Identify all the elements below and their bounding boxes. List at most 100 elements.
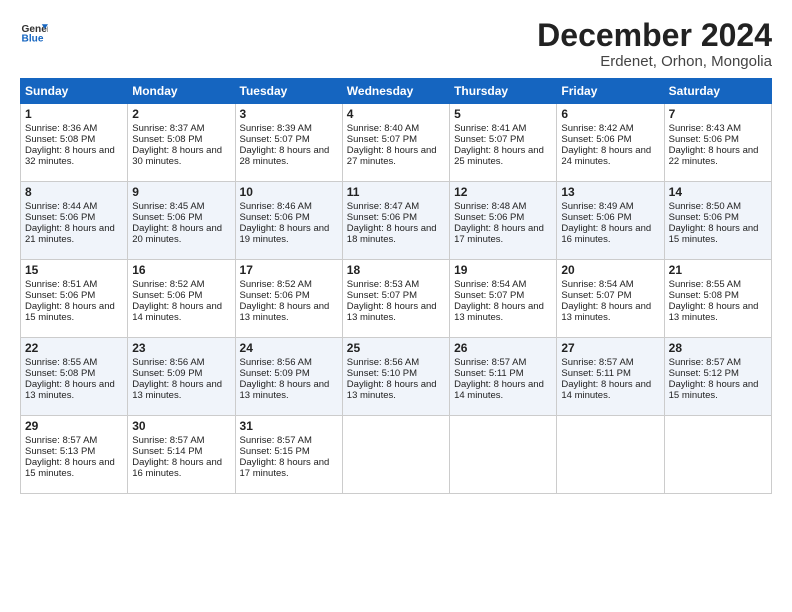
table-row — [450, 416, 557, 494]
table-row: 16Sunrise: 8:52 AMSunset: 5:06 PMDayligh… — [128, 260, 235, 338]
table-row: 9Sunrise: 8:45 AMSunset: 5:06 PMDaylight… — [128, 182, 235, 260]
sunrise-text: Sunrise: 8:57 AM — [454, 357, 526, 368]
sunset-text: Sunset: 5:15 PM — [240, 446, 310, 457]
daylight-text: Daylight: 8 hours and 13 minutes. — [132, 379, 222, 401]
daylight-text: Daylight: 8 hours and 16 minutes. — [561, 223, 651, 245]
sunrise-text: Sunrise: 8:52 AM — [240, 279, 312, 290]
daylight-text: Daylight: 8 hours and 17 minutes. — [454, 223, 544, 245]
daylight-text: Daylight: 8 hours and 30 minutes. — [132, 145, 222, 167]
daylight-text: Daylight: 8 hours and 20 minutes. — [132, 223, 222, 245]
day-number: 9 — [132, 185, 230, 199]
sunset-text: Sunset: 5:06 PM — [669, 134, 739, 145]
table-row: 20Sunrise: 8:54 AMSunset: 5:07 PMDayligh… — [557, 260, 664, 338]
day-number: 17 — [240, 263, 338, 277]
table-row — [342, 416, 449, 494]
day-number: 2 — [132, 107, 230, 121]
col-wednesday: Wednesday — [342, 79, 449, 104]
day-number: 18 — [347, 263, 445, 277]
daylight-text: Daylight: 8 hours and 13 minutes. — [25, 379, 115, 401]
table-row: 1Sunrise: 8:36 AMSunset: 5:08 PMDaylight… — [21, 104, 128, 182]
sunset-text: Sunset: 5:08 PM — [132, 134, 202, 145]
daylight-text: Daylight: 8 hours and 17 minutes. — [240, 457, 330, 479]
sunset-text: Sunset: 5:13 PM — [25, 446, 95, 457]
daylight-text: Daylight: 8 hours and 13 minutes. — [240, 379, 330, 401]
sunrise-text: Sunrise: 8:55 AM — [669, 279, 741, 290]
sunrise-text: Sunrise: 8:44 AM — [25, 201, 97, 212]
table-row: 15Sunrise: 8:51 AMSunset: 5:06 PMDayligh… — [21, 260, 128, 338]
header: General Blue December 2024 Erdenet, Orho… — [20, 18, 772, 70]
day-number: 31 — [240, 419, 338, 433]
logo: General Blue — [20, 18, 48, 46]
sunrise-text: Sunrise: 8:41 AM — [454, 123, 526, 134]
sunset-text: Sunset: 5:11 PM — [561, 368, 631, 379]
day-number: 20 — [561, 263, 659, 277]
sunrise-text: Sunrise: 8:46 AM — [240, 201, 312, 212]
sunrise-text: Sunrise: 8:56 AM — [132, 357, 204, 368]
calendar-table: Sunday Monday Tuesday Wednesday Thursday… — [20, 78, 772, 494]
sunset-text: Sunset: 5:06 PM — [347, 212, 417, 223]
sunset-text: Sunset: 5:06 PM — [25, 290, 95, 301]
daylight-text: Daylight: 8 hours and 13 minutes. — [347, 379, 437, 401]
sunset-text: Sunset: 5:06 PM — [669, 212, 739, 223]
day-number: 27 — [561, 341, 659, 355]
day-number: 15 — [25, 263, 123, 277]
sunset-text: Sunset: 5:08 PM — [25, 368, 95, 379]
sunset-text: Sunset: 5:06 PM — [561, 212, 631, 223]
sunset-text: Sunset: 5:07 PM — [347, 290, 417, 301]
daylight-text: Daylight: 8 hours and 14 minutes. — [561, 379, 651, 401]
sunrise-text: Sunrise: 8:57 AM — [240, 435, 312, 446]
table-row: 2Sunrise: 8:37 AMSunset: 5:08 PMDaylight… — [128, 104, 235, 182]
table-row — [557, 416, 664, 494]
col-tuesday: Tuesday — [235, 79, 342, 104]
col-saturday: Saturday — [664, 79, 771, 104]
week-row: 15Sunrise: 8:51 AMSunset: 5:06 PMDayligh… — [21, 260, 772, 338]
sunset-text: Sunset: 5:07 PM — [454, 134, 524, 145]
sunrise-text: Sunrise: 8:40 AM — [347, 123, 419, 134]
day-number: 10 — [240, 185, 338, 199]
daylight-text: Daylight: 8 hours and 13 minutes. — [347, 301, 437, 323]
day-number: 24 — [240, 341, 338, 355]
header-row: Sunday Monday Tuesday Wednesday Thursday… — [21, 79, 772, 104]
sunset-text: Sunset: 5:08 PM — [669, 290, 739, 301]
col-thursday: Thursday — [450, 79, 557, 104]
page: General Blue December 2024 Erdenet, Orho… — [0, 0, 792, 612]
table-row: 22 Sunrise: 8:55 AMSunset: 5:08 PMDayligh… — [21, 338, 128, 416]
table-row: 25Sunrise: 8:56 AMSunset: 5:10 PMDayligh… — [342, 338, 449, 416]
sunrise-text: Sunrise: 8:39 AM — [240, 123, 312, 134]
sunset-text: Sunset: 5:07 PM — [561, 290, 631, 301]
table-row: 6Sunrise: 8:42 AMSunset: 5:06 PMDaylight… — [557, 104, 664, 182]
daylight-text: Daylight: 8 hours and 15 minutes. — [669, 379, 759, 401]
table-row: 24Sunrise: 8:56 AMSunset: 5:09 PMDayligh… — [235, 338, 342, 416]
sunset-text: Sunset: 5:06 PM — [240, 290, 310, 301]
day-number: 26 — [454, 341, 552, 355]
table-row: 12Sunrise: 8:48 AMSunset: 5:06 PMDayligh… — [450, 182, 557, 260]
sunset-text: Sunset: 5:12 PM — [669, 368, 739, 379]
daylight-text: Daylight: 8 hours and 15 minutes. — [25, 301, 115, 323]
sunrise-text: Sunrise: 8:36 AM — [25, 123, 97, 134]
sunset-text: Sunset: 5:09 PM — [240, 368, 310, 379]
sunrise-text: Sunrise: 8:57 AM — [132, 435, 204, 446]
daylight-text: Daylight: 8 hours and 13 minutes. — [454, 301, 544, 323]
location-title: Erdenet, Orhon, Mongolia — [537, 53, 772, 70]
table-row: 17Sunrise: 8:52 AMSunset: 5:06 PMDayligh… — [235, 260, 342, 338]
table-row: 21Sunrise: 8:55 AMSunset: 5:08 PMDayligh… — [664, 260, 771, 338]
day-number: 14 — [669, 185, 767, 199]
table-row: 26Sunrise: 8:57 AMSunset: 5:11 PMDayligh… — [450, 338, 557, 416]
sunrise-text: Sunrise: 8:57 AM — [561, 357, 633, 368]
sunrise-text: Sunrise: 8:55 AM — [25, 357, 97, 368]
sunrise-text: Sunrise: 8:50 AM — [669, 201, 741, 212]
table-row: 30Sunrise: 8:57 AMSunset: 5:14 PMDayligh… — [128, 416, 235, 494]
month-title: December 2024 — [537, 18, 772, 53]
sunrise-text: Sunrise: 8:56 AM — [347, 357, 419, 368]
sunrise-text: Sunrise: 8:57 AM — [25, 435, 97, 446]
sunset-text: Sunset: 5:06 PM — [454, 212, 524, 223]
daylight-text: Daylight: 8 hours and 21 minutes. — [25, 223, 115, 245]
sunrise-text: Sunrise: 8:54 AM — [561, 279, 633, 290]
daylight-text: Daylight: 8 hours and 18 minutes. — [347, 223, 437, 245]
table-row: 19Sunrise: 8:54 AMSunset: 5:07 PMDayligh… — [450, 260, 557, 338]
daylight-text: Daylight: 8 hours and 19 minutes. — [240, 223, 330, 245]
week-row: 22Sunrise: 8:55 AMSunset: 5:08 PMDayligh… — [21, 338, 772, 416]
col-friday: Friday — [557, 79, 664, 104]
day-number: 22 — [25, 341, 123, 355]
sunset-text: Sunset: 5:11 PM — [454, 368, 524, 379]
